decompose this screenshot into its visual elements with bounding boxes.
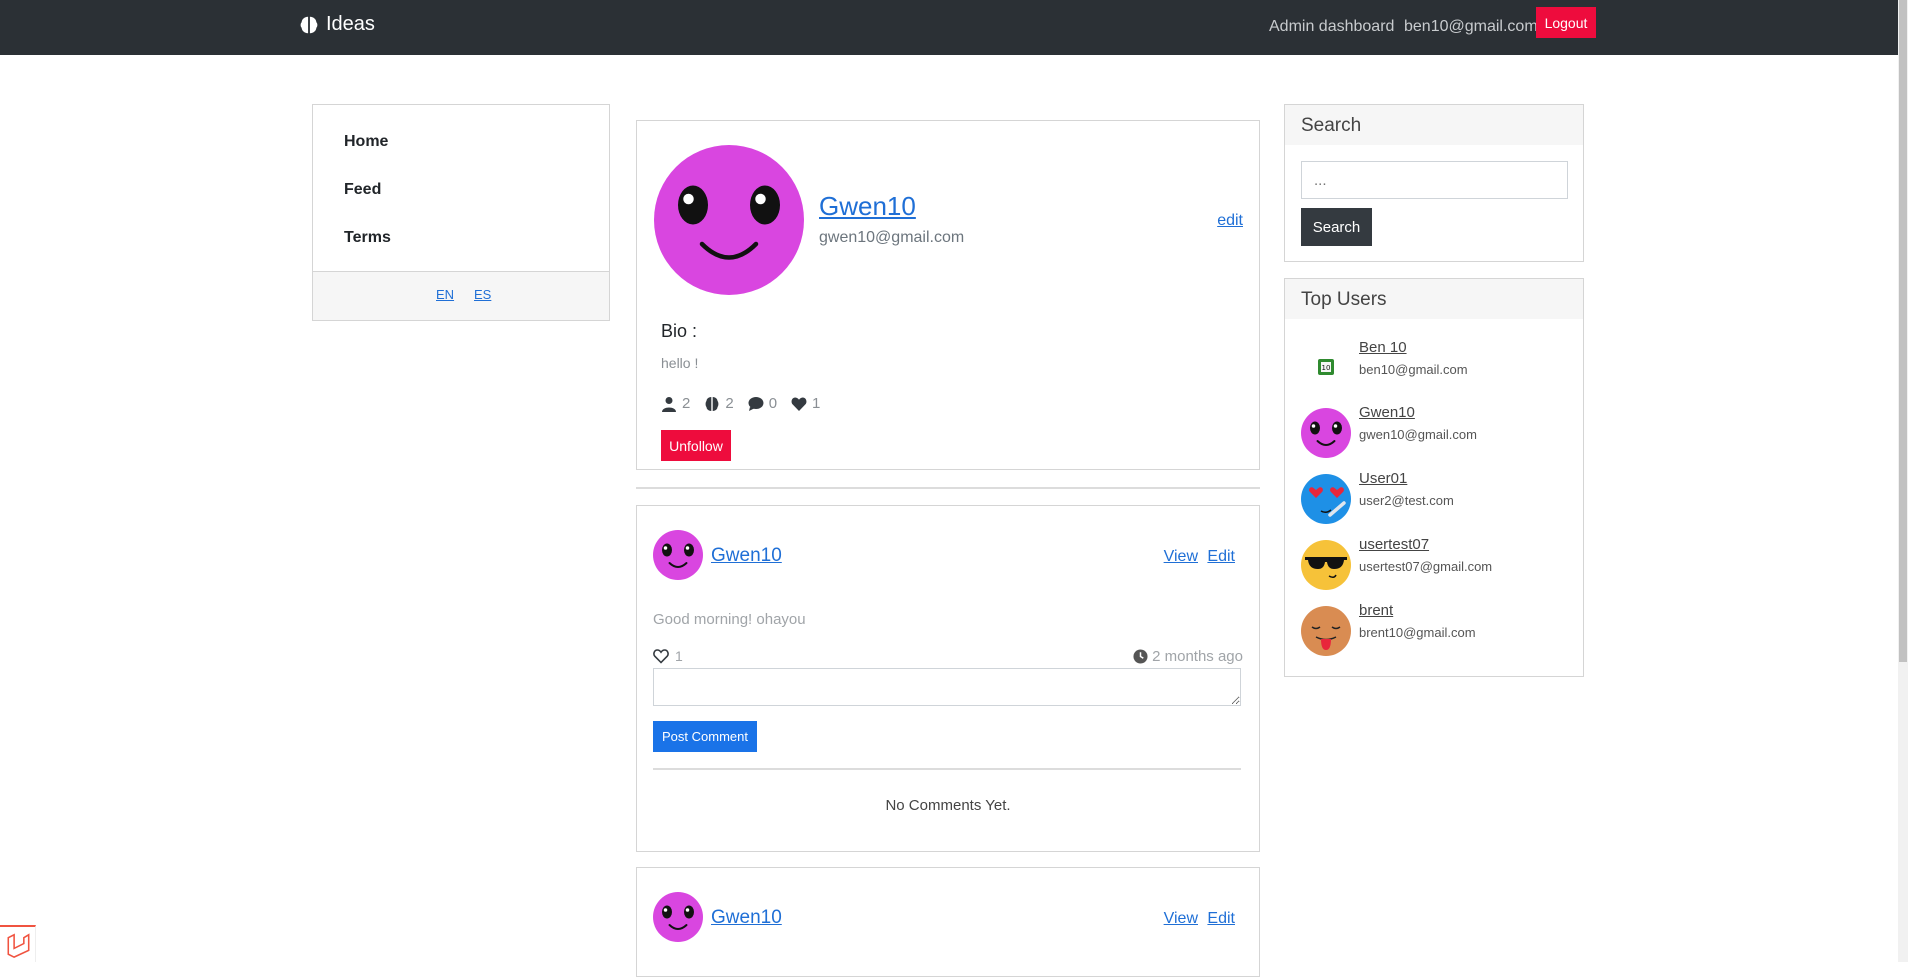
language-es-link[interactable]: ES bbox=[474, 287, 491, 302]
top-users-title: Top Users bbox=[1301, 289, 1387, 310]
profile-card: Gwen10 gwen10@gmail.com edit Bio : hello… bbox=[636, 120, 1260, 470]
post-view-link[interactable]: View bbox=[1164, 548, 1198, 566]
nav-item-home[interactable]: Home bbox=[344, 133, 388, 151]
search-title: Search bbox=[1301, 115, 1362, 136]
user-icon bbox=[662, 396, 676, 412]
top-user-name-link[interactable]: Ben 10 bbox=[1359, 339, 1407, 356]
profile-name-link[interactable]: Gwen10 bbox=[819, 191, 916, 222]
likes-count: 1 bbox=[812, 395, 821, 412]
top-user-email: brent10@gmail.com bbox=[1359, 625, 1476, 640]
heart-icon bbox=[791, 397, 807, 411]
tongue-tan-icon bbox=[1301, 606, 1351, 656]
brand-name: Ideas bbox=[326, 13, 375, 35]
laravel-debug-icon[interactable] bbox=[0, 925, 36, 962]
smiley-purple-icon bbox=[1301, 408, 1351, 458]
laravel-logo-icon bbox=[7, 933, 30, 959]
top-user-item: brent brent10@gmail.com bbox=[1301, 602, 1571, 658]
page-scrollbar[interactable] bbox=[1898, 0, 1908, 962]
divider bbox=[636, 487, 1260, 489]
post-comment-button[interactable]: Post Comment bbox=[653, 721, 757, 752]
post-author-link[interactable]: Gwen10 bbox=[711, 545, 782, 567]
brain-icon bbox=[705, 396, 719, 411]
top-user-item: User01 user2@test.com bbox=[1301, 470, 1571, 526]
top-user-email: ben10@gmail.com bbox=[1359, 362, 1468, 377]
post-card: Gwen10 View Edit Good morning! ohayou 1 … bbox=[636, 505, 1260, 852]
top-user-item: Gwen10 gwen10@gmail.com bbox=[1301, 404, 1571, 460]
heart-outline-icon bbox=[653, 649, 669, 664]
post-like-button[interactable]: 1 bbox=[653, 648, 683, 664]
post-view-link[interactable]: View bbox=[1164, 910, 1198, 928]
brain-icon bbox=[300, 16, 318, 33]
logout-button[interactable]: Logout bbox=[1536, 7, 1596, 38]
likes-stat: 1 bbox=[791, 395, 820, 412]
post-card: Gwen10 View Edit bbox=[636, 867, 1260, 977]
top-user-email: user2@test.com bbox=[1359, 493, 1454, 508]
top-user-name-link[interactable]: User01 bbox=[1359, 470, 1407, 487]
nav-item-terms[interactable]: Terms bbox=[344, 229, 391, 247]
search-card-header: Search bbox=[1285, 105, 1583, 145]
post-like-count: 1 bbox=[675, 648, 683, 664]
post-author-avatar[interactable] bbox=[653, 892, 703, 942]
search-input[interactable] bbox=[1301, 161, 1568, 199]
unfollow-button[interactable]: Unfollow bbox=[661, 430, 731, 461]
scrollbar-thumb[interactable] bbox=[1899, 0, 1907, 662]
language-footer: EN ES bbox=[313, 271, 609, 320]
search-card: Search Search bbox=[1284, 104, 1584, 262]
top-users-card: Top Users 10 Ben 10 ben10@gmail.com Gwen… bbox=[1284, 278, 1584, 677]
comment-input[interactable] bbox=[653, 668, 1241, 706]
comment-icon bbox=[748, 396, 764, 411]
followers-stat: 2 bbox=[661, 395, 690, 412]
nav-item-feed[interactable]: Feed bbox=[344, 181, 381, 199]
search-button[interactable]: Search bbox=[1301, 208, 1372, 246]
post-edit-link[interactable]: Edit bbox=[1207, 548, 1235, 566]
post-time-text: 2 months ago bbox=[1152, 648, 1243, 665]
bio-text: hello ! bbox=[661, 355, 699, 371]
profile-avatar bbox=[654, 145, 804, 295]
followers-count: 2 bbox=[682, 395, 691, 412]
top-user-name-link[interactable]: usertest07 bbox=[1359, 536, 1429, 553]
top-navbar: Ideas Admin dashboard ben10@gmail.com Lo… bbox=[0, 0, 1898, 55]
ben10-badge-icon: 10 bbox=[1318, 359, 1334, 375]
ideas-count: 2 bbox=[725, 395, 734, 412]
post-content: Good morning! ohayou bbox=[653, 611, 806, 628]
post-author-link[interactable]: Gwen10 bbox=[711, 907, 782, 929]
no-comments-text: No Comments Yet. bbox=[885, 797, 1011, 814]
left-nav-card: Home Feed Terms EN ES bbox=[312, 104, 610, 321]
sunglasses-yellow-icon bbox=[1301, 540, 1351, 590]
top-user-email: gwen10@gmail.com bbox=[1359, 427, 1477, 442]
comments-count: 0 bbox=[768, 395, 778, 412]
comments-stat: 0 bbox=[748, 395, 777, 412]
heart-eyes-blue-icon bbox=[1301, 474, 1351, 524]
ideas-stat: 2 bbox=[704, 395, 734, 412]
language-en-link[interactable]: EN bbox=[436, 287, 454, 302]
profile-edit-link[interactable]: edit bbox=[1217, 212, 1243, 230]
current-user-email[interactable]: ben10@gmail.com bbox=[1404, 18, 1538, 36]
post-author-avatar[interactable] bbox=[653, 530, 703, 580]
top-user-name-link[interactable]: Gwen10 bbox=[1359, 404, 1415, 421]
top-user-item: usertest07 usertest07@gmail.com bbox=[1301, 536, 1571, 592]
bio-label: Bio : bbox=[661, 321, 698, 341]
top-users-header: Top Users bbox=[1285, 279, 1583, 319]
top-user-email: usertest07@gmail.com bbox=[1359, 559, 1493, 574]
post-timestamp: 2 months ago bbox=[1133, 648, 1243, 665]
post-edit-link[interactable]: Edit bbox=[1207, 910, 1235, 928]
brand-link[interactable]: Ideas bbox=[298, 13, 375, 36]
top-user-name-link[interactable]: brent bbox=[1359, 602, 1393, 619]
svg-text:10: 10 bbox=[1322, 364, 1331, 372]
profile-stats: 2 2 0 1 bbox=[661, 395, 820, 412]
clock-icon bbox=[1133, 649, 1148, 664]
top-user-item: 10 Ben 10 ben10@gmail.com bbox=[1301, 339, 1571, 395]
profile-email: gwen10@gmail.com bbox=[819, 229, 965, 246]
admin-dashboard-link[interactable]: Admin dashboard bbox=[1269, 18, 1394, 36]
comments-divider bbox=[653, 768, 1241, 770]
